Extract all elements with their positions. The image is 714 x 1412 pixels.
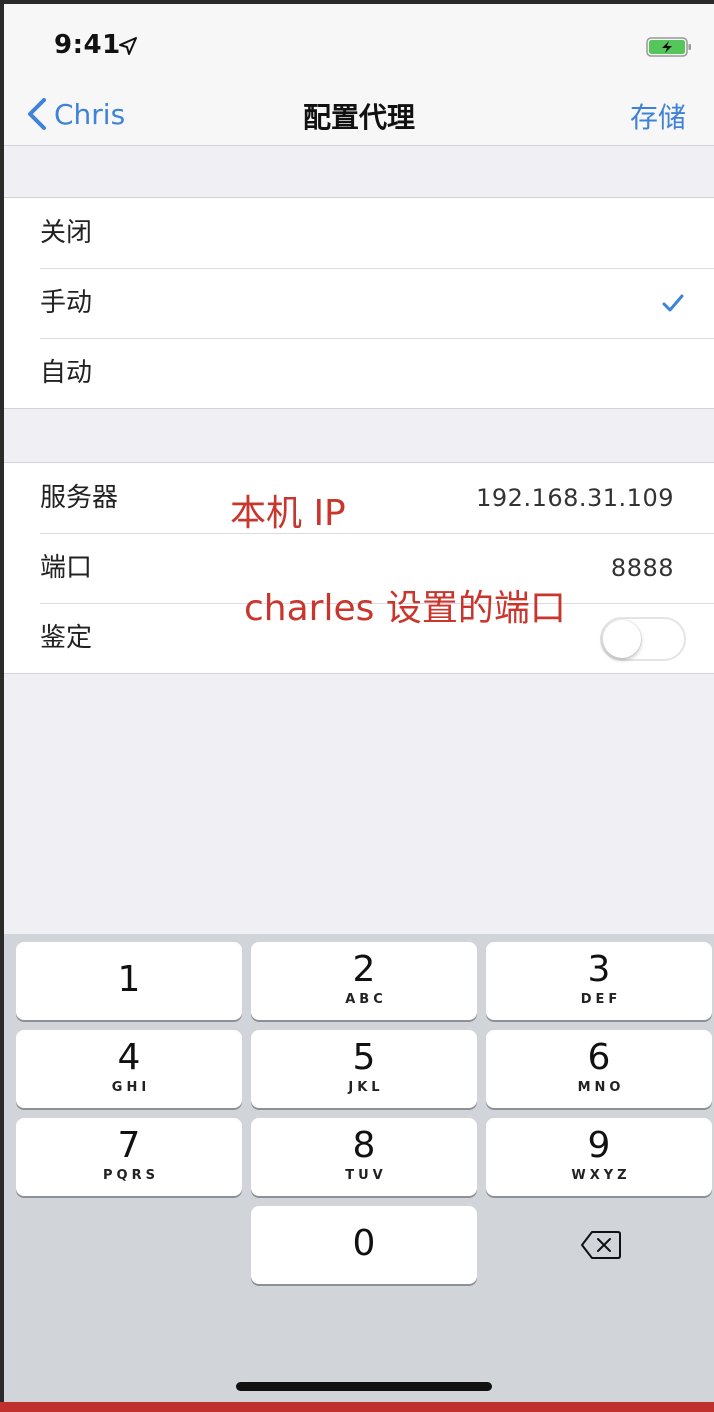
key-digit: 9: [587, 1125, 611, 1166]
proxy-mode-label: 手动: [40, 288, 93, 318]
battery-charging-icon: [646, 37, 691, 57]
key-digit: 6: [587, 1037, 611, 1078]
key-letters: PQRS: [103, 1168, 159, 1183]
delete-button[interactable]: [486, 1206, 712, 1284]
toggle-knob: [603, 620, 641, 658]
server-row[interactable]: 服务器 192.168.31.109: [4, 463, 714, 533]
key-digit: 7: [117, 1125, 141, 1166]
proxy-mode-label: 自动: [40, 358, 93, 388]
key-4[interactable]: 4 GHI: [16, 1030, 242, 1108]
key-1[interactable]: 1: [16, 942, 242, 1020]
proxy-mode-group: 关闭 手动 自动: [4, 197, 714, 409]
key-3[interactable]: 3 DEF: [486, 942, 712, 1020]
key-letters: DEF: [580, 992, 622, 1007]
key-letters: GHI: [111, 1080, 151, 1095]
location-arrow-icon: [119, 37, 137, 55]
auth-toggle[interactable]: [600, 617, 686, 661]
key-5[interactable]: 5 JKL: [251, 1030, 477, 1108]
home-indicator[interactable]: [236, 1382, 492, 1391]
save-button[interactable]: 存储: [630, 96, 686, 136]
server-field[interactable]: 192.168.31.109: [476, 463, 674, 533]
proxy-mode-off[interactable]: 关闭: [4, 198, 714, 268]
port-annotation: charles 设置的端口: [244, 588, 566, 629]
page-title: 配置代理: [302, 101, 415, 134]
key-digit: 3: [587, 949, 611, 990]
server-label: 服务器: [40, 483, 119, 513]
phone-screen: 9:41 Chris 配置代理 存储 关闭 手动 自动 服务器 192.168.…: [4, 4, 714, 1402]
key-digit: 4: [117, 1037, 141, 1078]
backspace-icon: [581, 1231, 621, 1259]
port-field[interactable]: 8888: [611, 533, 674, 603]
port-label: 端口: [40, 553, 93, 583]
proxy-mode-auto[interactable]: 自动: [4, 338, 714, 408]
key-2[interactable]: 2 ABC: [251, 942, 477, 1020]
key-letters: WXYZ: [571, 1168, 631, 1183]
status-time: 9:41: [54, 30, 121, 60]
key-9[interactable]: 9 WXYZ: [486, 1118, 712, 1196]
proxy-settings-group: 服务器 192.168.31.109 端口 8888 鉴定: [4, 462, 714, 674]
key-digit: 2: [352, 949, 376, 990]
key-letters: ABC: [345, 992, 387, 1007]
key-digit: 0: [352, 1223, 376, 1264]
checkmark-icon: [662, 294, 684, 312]
key-digit: 5: [352, 1037, 376, 1078]
key-letters: TUV: [345, 1168, 387, 1183]
key-6[interactable]: 6 MNO: [486, 1030, 712, 1108]
server-annotation: 本机 IP: [230, 493, 346, 534]
status-bar: 9:41: [4, 4, 714, 84]
key-digit: 1: [117, 959, 141, 1000]
navigation-bar: Chris 配置代理 存储: [4, 84, 714, 146]
key-7[interactable]: 7 PQRS: [16, 1118, 242, 1196]
bottom-border-strip: [0, 1402, 714, 1412]
proxy-mode-label: 关闭: [40, 218, 93, 248]
key-digit: 8: [352, 1125, 376, 1166]
proxy-mode-manual[interactable]: 手动: [4, 268, 714, 338]
key-0[interactable]: 0: [251, 1206, 477, 1284]
key-letters: JKL: [348, 1080, 384, 1095]
key-8[interactable]: 8 TUV: [251, 1118, 477, 1196]
auth-label: 鉴定: [40, 623, 93, 653]
key-letters: MNO: [577, 1080, 625, 1095]
